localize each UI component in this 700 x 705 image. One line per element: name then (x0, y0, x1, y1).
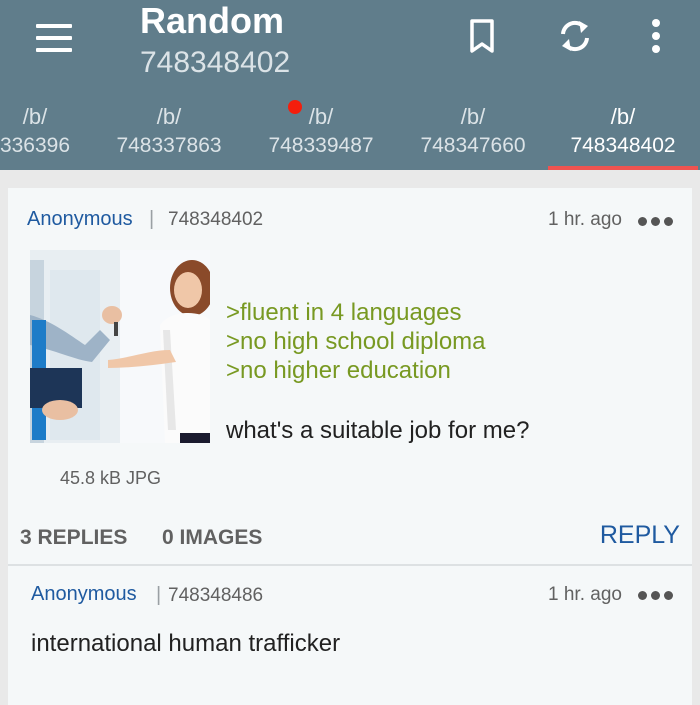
reply-post-body: international human trafficker (31, 630, 341, 657)
reply-author-name[interactable]: Anonymous (31, 583, 137, 606)
reply-post-number[interactable]: 748348486 (168, 585, 263, 607)
greentext-line: >no higher education (226, 357, 451, 384)
reply-button[interactable]: REPLY (600, 521, 680, 550)
tab-board-label: /b/ (610, 104, 636, 129)
post-divider (8, 564, 692, 566)
tab-thread-4[interactable]: /b/ 748347660 (398, 96, 548, 170)
op-file-info: 45.8 kB JPG (60, 468, 162, 488)
replies-count: 3 REPLIES (20, 526, 128, 549)
tab-thread-number: 748339487 (268, 134, 374, 157)
meta-separator: | (156, 584, 162, 606)
tab-thread-3[interactable]: /b/ 748339487 (246, 96, 396, 170)
board-title: Random (140, 0, 284, 41)
tab-board-label: /b/ (156, 104, 182, 129)
reply-post-time: 1 hr. ago (548, 584, 622, 605)
thread-tabs: /b/ 336396 /b/ 748337863 /b/ 748339487 /… (0, 96, 700, 170)
active-tab-indicator (548, 166, 698, 170)
tab-thread-5[interactable]: /b/ 748348402 (548, 96, 698, 170)
op-post-menu-icon[interactable] (638, 215, 674, 227)
op-author-name[interactable]: Anonymous (27, 208, 133, 231)
meta-separator: | (149, 208, 155, 230)
tab-thread-number: 748337863 (116, 134, 222, 157)
more-vertical-icon[interactable] (636, 16, 676, 56)
op-image-thumbnail[interactable] (30, 250, 210, 443)
greentext-line: >no high school diploma (226, 328, 486, 355)
greentext-line: >fluent in 4 languages (226, 299, 462, 326)
tab-board-label: /b/ (460, 104, 486, 129)
menu-icon[interactable] (36, 24, 72, 52)
thread-card: Anonymous | 748348402 1 hr. ago >fluent … (8, 188, 692, 705)
app-bar: Random 748348402 /b/ 336396 /b/ 74833786… (0, 0, 700, 170)
tab-thread-2[interactable]: /b/ 748337863 (94, 96, 244, 170)
thread-number-subtitle: 748348402 (140, 46, 291, 79)
bookmark-icon[interactable] (462, 16, 502, 56)
op-post-time: 1 hr. ago (548, 209, 622, 230)
op-post-number[interactable]: 748348402 (168, 209, 263, 231)
refresh-icon[interactable] (555, 16, 595, 56)
images-count: 0 IMAGES (162, 526, 263, 549)
tab-board-label: /b/ (308, 104, 334, 129)
op-post-body: what's a suitable job for me? (226, 417, 530, 444)
tab-thread-number: 748347660 (420, 134, 526, 157)
reply-post-menu-icon[interactable] (638, 589, 674, 601)
tab-thread-number: 748348402 (570, 134, 676, 157)
